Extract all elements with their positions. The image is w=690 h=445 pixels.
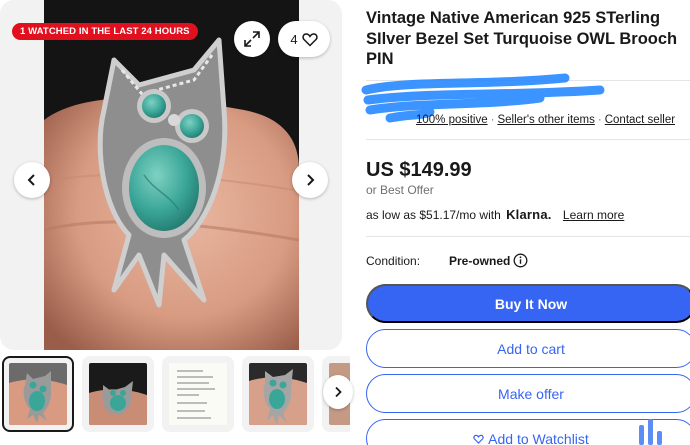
contact-seller-link[interactable]: Contact seller [605,114,675,126]
listing-title: Vintage Native American 925 STerling SIl… [366,9,678,68]
chevron-left-icon [27,174,35,186]
owl-thumbnail-image [89,363,147,425]
thumbnails-next-button[interactable] [323,375,353,409]
thumbnail-2[interactable] [82,356,154,432]
separator-dot: · [490,114,495,126]
price: US $149.99 [366,159,472,181]
separator-dot: · [597,114,602,126]
thumbnail-1[interactable] [2,356,74,432]
expand-icon [244,31,260,47]
watchers-badge: 1 WATCHED IN THE LAST 24 HOURS [12,23,198,40]
condition-value: Pre-owned [449,254,511,268]
thumbnail-strip [0,356,350,432]
heart-icon [301,32,318,47]
thumbnail-3[interactable] [162,356,234,432]
condition-label: Condition: [366,254,421,268]
add-to-cart-button[interactable]: Add to cart [366,329,690,368]
klarna-logo: Klarna. [506,207,552,222]
divider [366,139,690,140]
best-offer-text: or Best Offer [366,183,434,197]
seller-links: 100% positive · Seller's other items · Conta… [366,114,675,126]
chevron-right-icon [307,174,315,186]
divider [366,236,690,237]
learn-more-link[interactable]: Learn more [563,208,624,222]
klarna-financing: as low as $51.17/mo with Klarna. Learn m… [366,207,624,222]
image-gallery: 1 WATCHED IN THE LAST 24 HOURS 4 [0,0,342,350]
info-icon[interactable] [513,253,528,268]
feedback-icon[interactable] [636,419,666,445]
owl-thumbnail-image [249,363,307,425]
chevron-right-icon [335,386,342,398]
thumbnail-4[interactable] [242,356,314,432]
owl-thumbnail-image [9,363,67,425]
previous-image-button[interactable] [14,162,50,198]
klarna-text: as low as $51.17/mo with [366,208,501,222]
watch-count: 4 [290,31,298,47]
expand-image-button[interactable] [234,21,270,57]
add-to-watchlist-label: Add to Watchlist [488,430,589,445]
handwritten-note-image [169,363,227,425]
watch-count-button[interactable]: 4 [278,21,330,57]
sellers-other-items-link[interactable]: Seller's other items [497,114,594,126]
buy-it-now-button[interactable]: Buy It Now [366,284,690,323]
next-image-button[interactable] [292,162,328,198]
positive-feedback-link[interactable]: 100% positive [416,114,488,126]
heart-icon [473,434,484,444]
make-offer-button[interactable]: Make offer [366,374,690,413]
